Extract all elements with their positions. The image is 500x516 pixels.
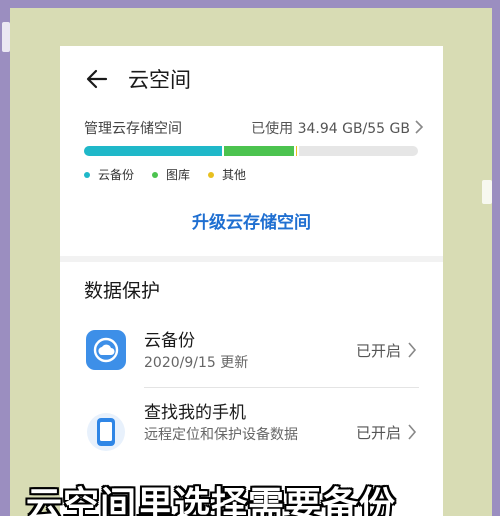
chevron-right-icon	[415, 120, 424, 134]
chevron-right-icon	[408, 424, 417, 440]
overlay-caption: 云空间里选择需要备份	[26, 485, 397, 516]
back-arrow-icon[interactable]	[84, 66, 110, 92]
find-phone-icon	[87, 413, 125, 451]
phone-screen: 云空间 管理云存储空间 已使用 34.94 GB/55 GB 云备份 图库 其他…	[60, 46, 443, 516]
storage-used-text: 已使用 34.94 GB/55 GB	[251, 121, 410, 137]
manage-storage-link[interactable]: 管理云存储空间 已使用 34.94 GB/55 GB	[84, 118, 424, 140]
upgrade-storage-button[interactable]: 升级云存储空间	[60, 208, 443, 233]
list-item-find-my-phone[interactable]: 查找我的手机 远程定位和保护设备数据 已开启	[60, 394, 443, 474]
row-title: 查找我的手机	[144, 403, 246, 423]
cloud-backup-icon	[86, 330, 126, 370]
usage-segment-gallery	[224, 146, 297, 156]
legend-item: 云备份	[84, 166, 134, 183]
row-subtitle: 2020/9/15 更新	[144, 355, 249, 371]
legend-label: 云备份	[98, 168, 135, 182]
legend-label: 图库	[166, 168, 191, 182]
decoration	[2, 22, 10, 52]
legend-dot-icon	[208, 171, 215, 178]
legend-item: 图库	[152, 166, 190, 183]
usage-segment-backup	[84, 146, 225, 156]
row-title: 云备份	[144, 331, 195, 351]
storage-legend: 云备份 图库 其他	[84, 166, 246, 183]
legend-dot-icon	[152, 171, 159, 178]
decoration	[482, 180, 492, 204]
row-subtitle: 远程定位和保护设备数据	[144, 427, 298, 443]
list-item-cloud-backup[interactable]: 云备份 2020/9/15 更新 已开启	[60, 320, 443, 382]
storage-label: 管理云存储空间	[84, 121, 182, 137]
status-label: 已开启	[355, 342, 401, 360]
usage-segment-other	[296, 146, 299, 156]
divider	[144, 387, 419, 388]
legend-dot-icon	[84, 171, 90, 178]
page-title: 云空间	[128, 68, 191, 92]
legend-label: 其他	[222, 168, 247, 182]
section-title: 数据保护	[84, 280, 161, 302]
status-label: 已开启	[355, 424, 401, 442]
chevron-right-icon	[408, 342, 417, 358]
legend-item: 其他	[208, 166, 246, 183]
storage-usage-bar	[84, 146, 418, 156]
